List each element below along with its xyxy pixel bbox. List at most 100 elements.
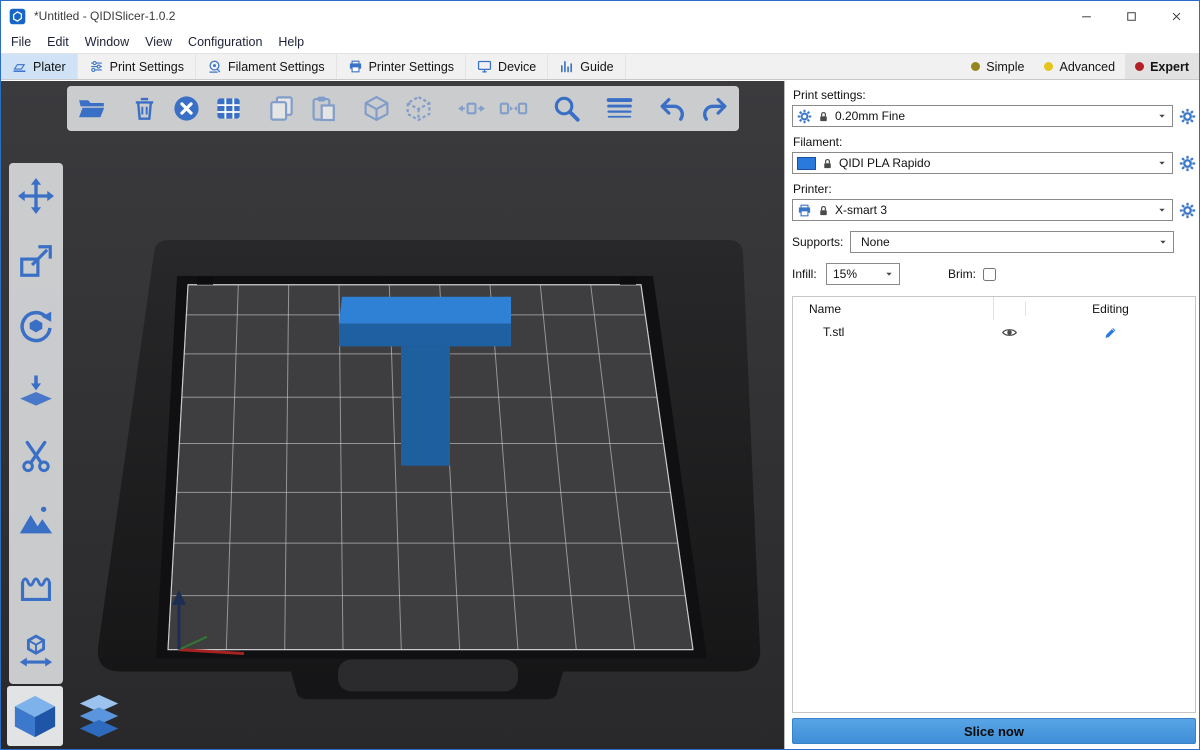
paste-button[interactable] xyxy=(308,93,339,124)
object-name: T.stl xyxy=(793,325,993,339)
view-toggles xyxy=(7,686,127,746)
plater-icon xyxy=(12,59,27,74)
mirror-icon xyxy=(17,632,55,670)
model-bar-front-face[interactable] xyxy=(339,324,511,347)
print-settings-value: 0.20mm Fine xyxy=(835,109,1152,123)
split-to-parts-button[interactable] xyxy=(498,93,529,124)
brim-checkbox[interactable] xyxy=(983,268,996,281)
print-bed-handle-cutout xyxy=(338,660,518,692)
menu-configuration[interactable]: Configuration xyxy=(180,32,270,52)
arrange-button[interactable] xyxy=(213,93,244,124)
remove-instance-button[interactable] xyxy=(403,93,434,124)
mode-dot xyxy=(1044,62,1053,71)
tab-device[interactable]: Device xyxy=(466,54,548,79)
close-icon xyxy=(1169,9,1184,24)
search-button[interactable] xyxy=(551,93,582,124)
mode-label: Simple xyxy=(986,60,1024,74)
printer-combo[interactable]: X-smart 3 xyxy=(792,199,1173,221)
column-name: Name xyxy=(793,302,993,316)
title-bar: *Untitled - QIDISlicer-1.0.2 xyxy=(1,1,1199,31)
scale-tool[interactable] xyxy=(16,241,56,281)
toggle-visibility-button[interactable] xyxy=(993,324,1025,341)
mode-expert[interactable]: Expert xyxy=(1125,54,1199,79)
copy-icon xyxy=(267,94,296,123)
gear-icon xyxy=(1179,202,1196,219)
minimize-button[interactable] xyxy=(1064,1,1109,31)
spool-icon xyxy=(207,59,222,74)
add-instance-button[interactable] xyxy=(361,93,392,124)
print-settings-gear-button[interactable] xyxy=(1178,107,1196,125)
filament-gear-button[interactable] xyxy=(1178,154,1196,172)
flatten-icon xyxy=(17,372,55,410)
folder-icon xyxy=(77,94,106,123)
mirror-tool[interactable] xyxy=(16,631,56,671)
3d-viewport[interactable] xyxy=(1,81,784,749)
maximize-button[interactable] xyxy=(1109,1,1154,31)
bed-clip xyxy=(197,277,213,285)
gear-icon xyxy=(1179,155,1196,172)
undo-button[interactable] xyxy=(657,93,688,124)
top-toolbar xyxy=(67,86,739,131)
tab-guide[interactable]: Guide xyxy=(548,54,625,79)
model-stem[interactable] xyxy=(401,346,450,465)
left-toolbar xyxy=(9,163,63,684)
close-button[interactable] xyxy=(1154,1,1199,31)
monitor-icon xyxy=(477,59,492,74)
paste-icon xyxy=(309,94,338,123)
printer-icon xyxy=(797,203,812,218)
tab-filament-settings[interactable]: Filament Settings xyxy=(196,54,337,79)
open-project-button[interactable] xyxy=(76,93,107,124)
gear-icon xyxy=(1179,108,1196,125)
place-on-face-tool[interactable] xyxy=(16,371,56,411)
tab-print-settings[interactable]: Print Settings xyxy=(78,54,196,79)
print-settings-label: Print settings: xyxy=(793,88,1196,102)
gear-icon xyxy=(797,109,812,124)
menu-window[interactable]: Window xyxy=(77,32,137,52)
print-settings-combo[interactable]: 0.20mm Fine xyxy=(792,105,1173,127)
lines-icon xyxy=(605,94,634,123)
object-list-row[interactable]: T.stl xyxy=(793,320,1195,344)
move-tool[interactable] xyxy=(16,176,56,216)
cube3d-icon xyxy=(12,693,58,739)
guide-icon xyxy=(559,59,574,74)
mode-advanced[interactable]: Advanced xyxy=(1034,54,1125,79)
tab-printer-settings[interactable]: Printer Settings xyxy=(337,54,466,79)
mode-simple[interactable]: Simple xyxy=(961,54,1034,79)
split-to-objects-button[interactable] xyxy=(456,93,487,124)
scene-canvas[interactable] xyxy=(1,81,784,749)
menu-file[interactable]: File xyxy=(3,32,39,52)
redo-button[interactable] xyxy=(699,93,730,124)
bed-clip xyxy=(620,277,636,285)
printer-icon xyxy=(348,59,363,74)
mode-dot xyxy=(1135,62,1144,71)
column-visibility xyxy=(993,297,1025,320)
menu-edit[interactable]: Edit xyxy=(39,32,77,52)
variable-layer-height-button[interactable] xyxy=(604,93,635,124)
supports-combo[interactable]: None xyxy=(850,231,1174,253)
table-icon xyxy=(214,94,243,123)
slice-now-button[interactable]: Slice now xyxy=(792,718,1196,744)
chevron-down-icon xyxy=(884,269,894,279)
supports-value: None xyxy=(855,235,1153,249)
tab-plater[interactable]: Plater xyxy=(1,54,78,79)
maximize-icon xyxy=(1124,9,1139,24)
model-top-face[interactable] xyxy=(339,297,511,324)
rotate-tool[interactable] xyxy=(16,306,56,346)
delete-all-button[interactable] xyxy=(171,93,202,124)
fuzzy-skin-tool[interactable] xyxy=(16,566,56,606)
infill-combo[interactable]: 15% xyxy=(826,263,900,285)
delete-button[interactable] xyxy=(129,93,160,124)
mode-label: Advanced xyxy=(1059,60,1115,74)
printer-gear-button[interactable] xyxy=(1178,201,1196,219)
paint-supports-tool[interactable] xyxy=(16,501,56,541)
cut-tool[interactable] xyxy=(16,436,56,476)
menu-help[interactable]: Help xyxy=(270,32,312,52)
tab-label: Device xyxy=(498,60,536,74)
tab-label: Filament Settings xyxy=(228,60,325,74)
preview-view-toggle[interactable] xyxy=(71,686,127,746)
editor-view-toggle[interactable] xyxy=(7,686,63,746)
edit-object-button[interactable] xyxy=(1025,325,1195,340)
filament-combo[interactable]: QIDI PLA Rapido xyxy=(792,152,1173,174)
menu-view[interactable]: View xyxy=(137,32,180,52)
copy-button[interactable] xyxy=(266,93,297,124)
